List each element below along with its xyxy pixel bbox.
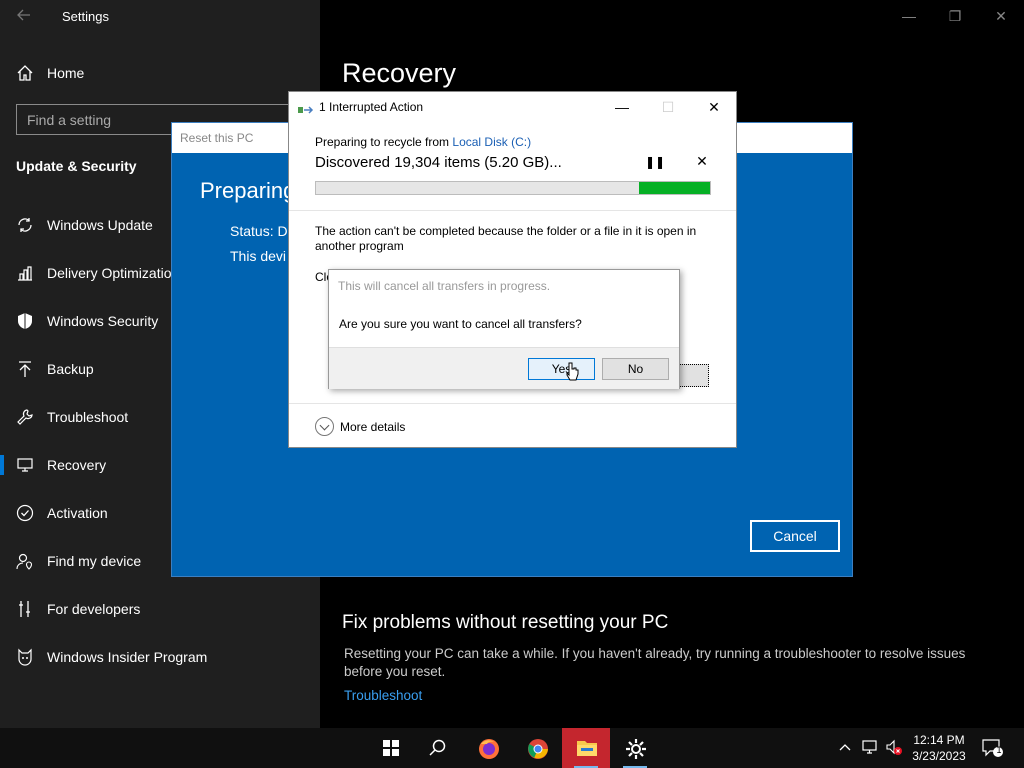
- search-icon: [429, 739, 446, 756]
- yes-button[interactable]: Yes: [528, 358, 595, 380]
- sidebar-item-label: Recovery: [47, 457, 107, 473]
- shield-icon: [16, 312, 34, 330]
- start-icon: [383, 740, 399, 756]
- progress-bar: [315, 181, 711, 195]
- sidebar-item-label: Troubleshoot: [47, 409, 129, 425]
- source-drive-link[interactable]: Local Disk (C:): [452, 135, 531, 149]
- error-message: The action can't be completed because th…: [315, 224, 697, 253]
- recovery-icon: [16, 456, 34, 474]
- reset-status: Status: D: [230, 223, 288, 239]
- file-explorer-button[interactable]: [562, 728, 610, 768]
- more-details-label: More details: [340, 420, 406, 434]
- taskbar-search-button[interactable]: [414, 728, 462, 768]
- fix-problems-heading: Fix problems without resetting your PC: [342, 612, 669, 633]
- window-controls: — ❐ ✕: [886, 0, 1024, 32]
- home-label: Home: [47, 65, 85, 81]
- stop-icon[interactable]: ✕: [692, 153, 712, 171]
- chrome-button[interactable]: [513, 728, 561, 768]
- confirm-title: This will cancel all transfers in progre…: [338, 279, 551, 293]
- sidebar-item-for-developers[interactable]: For developers: [0, 591, 320, 627]
- sidebar-item-label: Find my device: [47, 553, 142, 569]
- no-button[interactable]: No: [602, 358, 669, 380]
- reset-pc-title: Reset this PC: [180, 131, 254, 145]
- file-explorer-icon: [577, 741, 597, 756]
- chevron-down-icon: [315, 417, 334, 436]
- close-icon[interactable]: ✕: [691, 92, 737, 122]
- skip-button-partial[interactable]: [677, 364, 709, 387]
- section-title: Update & Security: [16, 158, 137, 174]
- progress-fill: [639, 182, 710, 194]
- confirm-footer: Yes No: [329, 347, 679, 389]
- firefox-button[interactable]: [464, 728, 512, 768]
- close-icon[interactable]: ✕: [978, 0, 1024, 32]
- sidebar-item-label: Activation: [47, 505, 108, 521]
- chrome-icon: [528, 739, 548, 759]
- restore-icon[interactable]: ❐: [932, 0, 978, 32]
- confirm-question: Are you sure you want to cancel all tran…: [339, 317, 582, 331]
- delivery-optimization-icon: [16, 264, 34, 282]
- sync-icon: [16, 216, 34, 234]
- op-title-bar: 1 Interrupted Action — ☐ ✕: [289, 92, 736, 122]
- fix-problems-description: Resetting your PC can take a while. If y…: [344, 646, 966, 679]
- backup-arrow-icon: [16, 360, 34, 378]
- home-nav-item[interactable]: Home: [0, 56, 320, 90]
- clock-time: 12:14 PM: [913, 733, 965, 747]
- op-dialog-title: 1 Interrupted Action: [319, 100, 424, 114]
- firefox-icon: [479, 739, 499, 759]
- wrench-icon: [16, 408, 34, 426]
- discovered-items-text: Discovered 19,304 items (5.20 GB)...: [315, 154, 562, 171]
- divider: [289, 403, 736, 404]
- notification-count: 1: [996, 745, 1002, 755]
- reset-heading: Preparing: [200, 178, 296, 203]
- preparing-text: Preparing to recycle from: [315, 135, 453, 149]
- preparing-line: Preparing to recycle from Local Disk (C:…: [315, 135, 531, 149]
- minimize-icon[interactable]: —: [599, 92, 645, 122]
- cancel-confirm-dialog: This will cancel all transfers in progre…: [328, 269, 680, 389]
- divider: [289, 210, 736, 211]
- sidebar-item-label: Backup: [47, 361, 94, 377]
- sidebar-item-label: Delivery Optimizatio: [47, 265, 172, 281]
- troubleshoot-link[interactable]: Troubleshoot: [344, 688, 422, 703]
- check-circle-icon: [16, 504, 34, 522]
- reset-cancel-button[interactable]: Cancel: [750, 520, 840, 552]
- reset-device-text: This devi: [230, 248, 287, 264]
- app-title: Settings: [62, 9, 109, 24]
- volume-muted-icon[interactable]: [885, 738, 903, 756]
- home-icon: [16, 64, 34, 82]
- clock-date: 3/23/2023: [912, 749, 966, 763]
- page-title: Recovery: [342, 58, 457, 88]
- mouse-pointer-icon: [565, 362, 579, 384]
- copy-operation-icon: [298, 102, 314, 114]
- sidebar-item-label: Windows Update: [47, 217, 153, 233]
- network-icon[interactable]: [862, 738, 880, 756]
- system-clock[interactable]: 12:14 PM 3/23/2023: [908, 732, 970, 764]
- sidebar-item-windows-insider[interactable]: Windows Insider Program: [0, 639, 320, 675]
- minimize-icon[interactable]: —: [886, 0, 932, 32]
- developer-tools-icon: [16, 600, 34, 618]
- start-button[interactable]: [367, 728, 415, 768]
- insider-cat-icon: [16, 648, 34, 666]
- sidebar-item-label: For developers: [47, 601, 141, 617]
- settings-title-bar: Settings: [0, 0, 320, 32]
- taskbar: 12:14 PM 3/23/2023 1: [0, 728, 1024, 768]
- settings-gear-icon: [626, 739, 646, 759]
- chevron-up-icon[interactable]: [838, 738, 854, 758]
- back-arrow-icon[interactable]: [16, 7, 32, 23]
- pause-icon[interactable]: ❚❚: [645, 155, 665, 171]
- sidebar-item-label: Windows Insider Program: [47, 649, 208, 665]
- maximize-icon: ☐: [661, 99, 675, 115]
- settings-taskbar-button[interactable]: [611, 728, 659, 768]
- notification-center-icon[interactable]: 1: [982, 738, 1003, 757]
- sidebar-item-label: Windows Security: [47, 313, 159, 329]
- person-location-icon: [16, 552, 34, 570]
